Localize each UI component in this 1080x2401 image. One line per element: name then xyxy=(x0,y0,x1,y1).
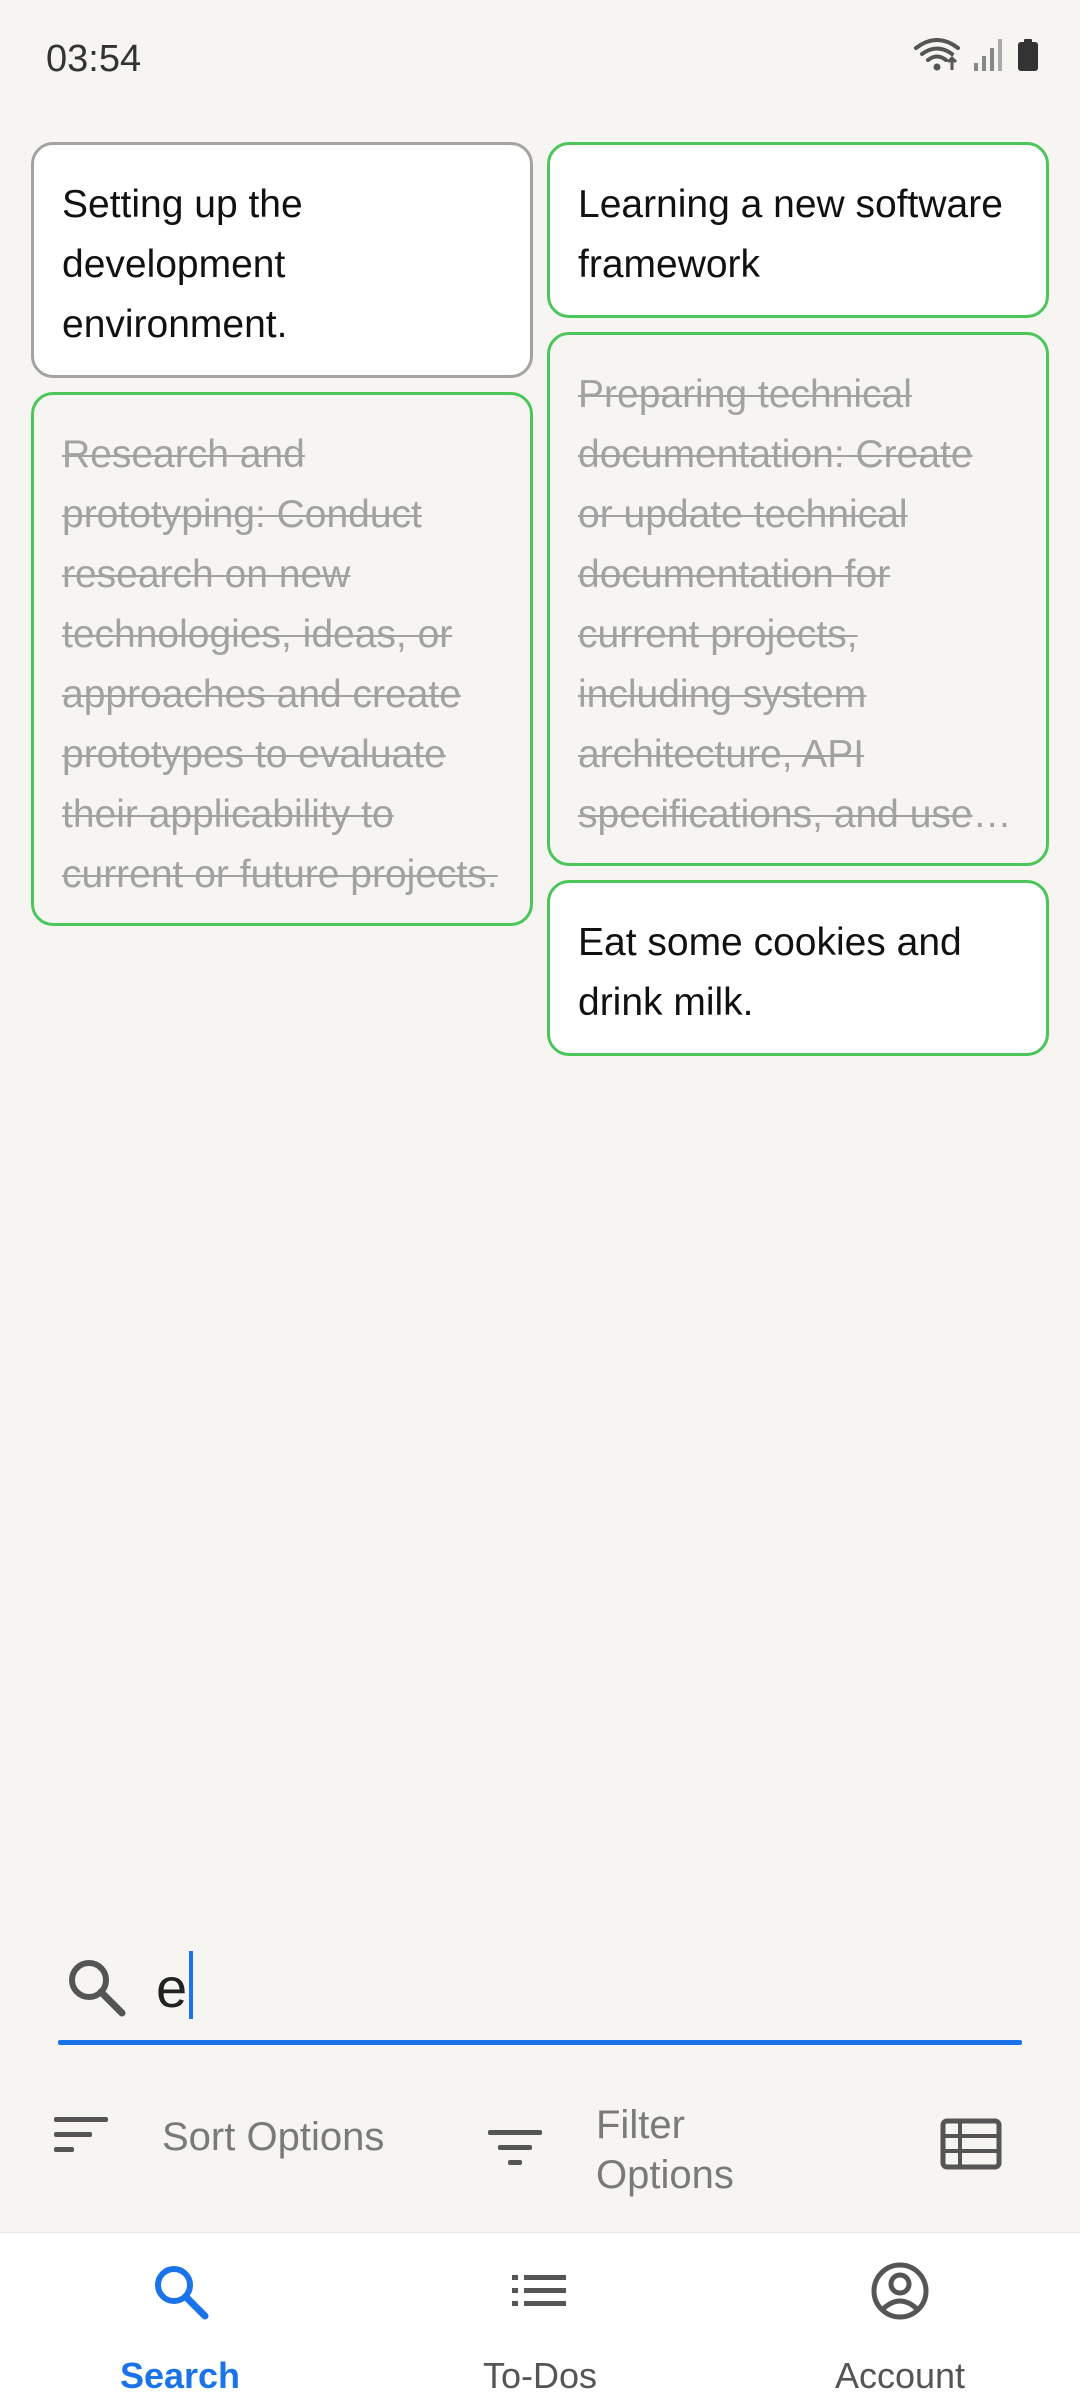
search-underline xyxy=(58,2040,1022,2045)
status-icons xyxy=(914,38,1038,72)
bottom-nav: Search To-Dos Account xyxy=(0,2232,1080,2401)
search-icon xyxy=(150,2261,210,2326)
note-card-completed[interactable]: Research and prototyping: Conduct resear… xyxy=(31,392,533,926)
status-bar: 03:54 xyxy=(0,0,1080,120)
note-text: Setting up the development environment. xyxy=(62,183,303,346)
filter-icon xyxy=(486,2126,546,2175)
nav-item-account[interactable]: Account xyxy=(720,2233,1080,2401)
account-icon xyxy=(870,2261,930,2326)
list-icon xyxy=(510,2261,570,2326)
note-card[interactable]: Eat some cookies and drink milk. xyxy=(547,880,1049,1056)
filter-options-label: Filter Options xyxy=(596,2103,734,2197)
options-row: Sort Options Filter Options xyxy=(0,2090,1080,2210)
search-input[interactable]: e xyxy=(58,1935,1022,2045)
nav-label: To-Dos xyxy=(482,2355,598,2396)
search-icon xyxy=(64,1955,128,2024)
nav-label: Account xyxy=(834,2355,966,2396)
search-value-wrap: e xyxy=(156,1951,194,2024)
nav-item-search[interactable]: Search xyxy=(0,2233,360,2401)
signal-icon xyxy=(974,39,1004,71)
note-card[interactable]: Setting up the development environment. xyxy=(31,142,533,378)
wifi-icon xyxy=(914,38,960,72)
table-view-icon xyxy=(940,2118,1002,2174)
sort-icon xyxy=(52,2113,112,2162)
note-text: Preparing technical documentation: Creat… xyxy=(578,373,986,836)
note-card[interactable]: Learning a new software framework xyxy=(547,142,1049,318)
note-text: Research and prototyping: Conduct resear… xyxy=(62,433,498,896)
note-text: Eat some cookies and drink milk. xyxy=(578,921,962,1024)
text-caret xyxy=(189,1951,194,2019)
battery-icon xyxy=(1018,39,1038,71)
view-toggle-button[interactable] xyxy=(940,2118,1002,2175)
note-text: Learning a new software framework xyxy=(578,183,1003,286)
filter-options-button[interactable]: Filter Options xyxy=(486,2100,746,2200)
nav-label: Search xyxy=(119,2355,241,2396)
nav-item-todos[interactable]: To-Dos xyxy=(360,2233,720,2401)
sort-options-button[interactable]: Sort Options xyxy=(52,2112,384,2162)
sort-options-label: Sort Options xyxy=(162,2115,385,2159)
search-value: e xyxy=(156,1956,188,2019)
status-time: 03:54 xyxy=(46,38,142,80)
note-card-completed[interactable]: Preparing technical documentation: Creat… xyxy=(547,332,1049,866)
